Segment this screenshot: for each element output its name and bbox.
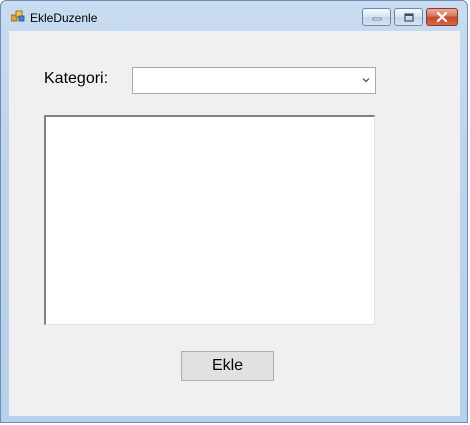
title-bar[interactable]: EkleDuzenle (1, 1, 467, 30)
app-icon (11, 10, 25, 22)
close-button[interactable] (426, 8, 458, 26)
maximize-icon (403, 12, 414, 22)
close-icon (436, 12, 448, 22)
minimize-button[interactable] (362, 8, 391, 26)
kategori-label: Kategori: (44, 70, 109, 87)
chevron-down-icon[interactable] (361, 75, 371, 85)
kategori-combobox[interactable] (132, 67, 376, 94)
minimize-icon (372, 17, 381, 21)
form-client-area: Kategori: Ekle (9, 31, 460, 416)
window-frame: EkleDuzenle Kategori: Ekle (0, 0, 468, 423)
items-listbox[interactable] (44, 115, 375, 325)
maximize-button[interactable] (394, 8, 423, 26)
ekle-button[interactable]: Ekle (181, 351, 274, 381)
window-title: EkleDuzenle (30, 11, 98, 25)
